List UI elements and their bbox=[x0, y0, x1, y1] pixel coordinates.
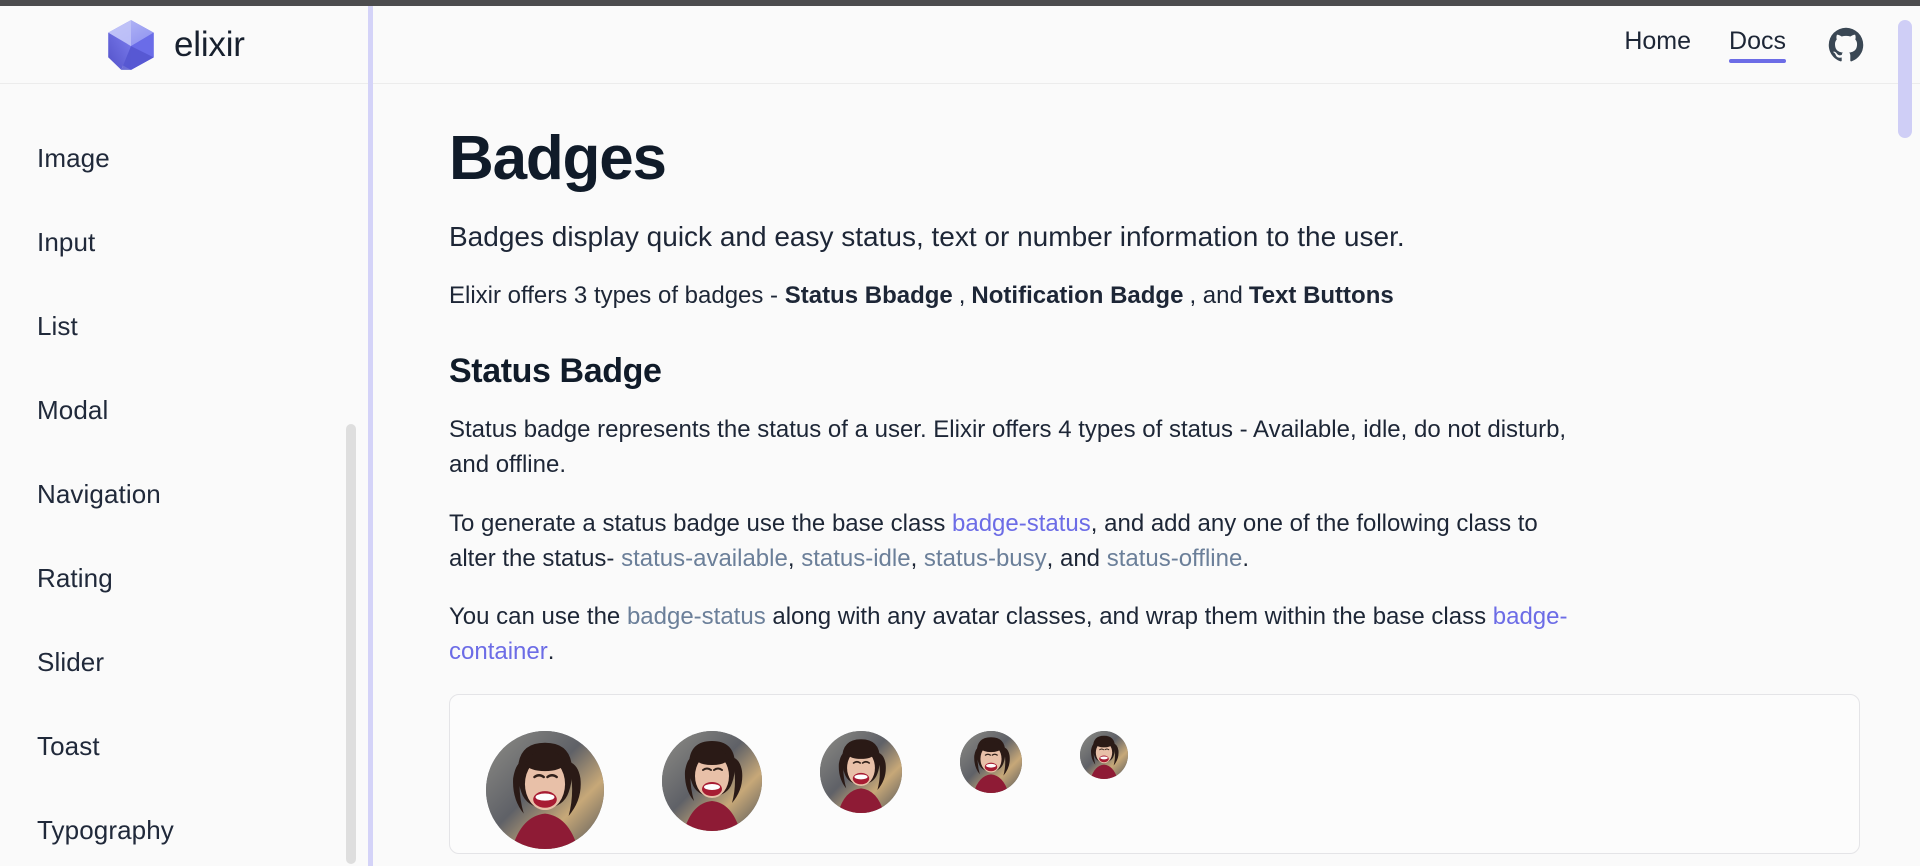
browser-top-strip bbox=[0, 0, 1920, 6]
nav-link-docs[interactable]: Docs bbox=[1729, 27, 1786, 63]
top-header: Home Docs bbox=[373, 6, 1920, 84]
avatar bbox=[486, 731, 604, 850]
sidebar-item-image[interactable]: Image bbox=[0, 116, 372, 200]
badge-type-text-buttons: Text Buttons bbox=[1248, 282, 1394, 310]
section-title-status-badge: Status Badge bbox=[449, 352, 662, 391]
sidebar-item-input[interactable]: Input bbox=[0, 200, 372, 284]
sidebar-item-label: Toast bbox=[37, 730, 100, 761]
container-text-3: . bbox=[547, 638, 555, 666]
usage-text-1: To generate a status badge use the base … bbox=[449, 509, 953, 537]
types-prefix: Elixir offers 3 types of badges - bbox=[449, 282, 785, 310]
page-lead-text: Badges display quick and easy status, te… bbox=[449, 221, 1405, 253]
main-scrollbar-thumb[interactable] bbox=[1898, 20, 1912, 138]
sidebar-item-navigation[interactable]: Navigation bbox=[0, 452, 372, 536]
brand-logo-link[interactable]: elixir bbox=[0, 6, 372, 84]
usage-text-5: , and bbox=[1046, 544, 1107, 572]
usage-text-6: . bbox=[1242, 544, 1249, 572]
avatar bbox=[960, 731, 1022, 794]
code-status-idle: status-idle bbox=[801, 544, 911, 572]
app-page: elixir Image Input List Modal Navigation… bbox=[0, 6, 1920, 866]
main-scrollbar[interactable] bbox=[1898, 6, 1912, 866]
avatar bbox=[1080, 731, 1128, 780]
avatar bbox=[820, 731, 902, 814]
sidebar-item-toast[interactable]: Toast bbox=[0, 704, 372, 788]
code-badge-status: badge-status bbox=[952, 509, 1091, 537]
badge-type-status: Status Bbadge bbox=[784, 282, 953, 310]
sidebar-item-modal[interactable]: Modal bbox=[0, 368, 372, 452]
container-text-1: You can use the bbox=[449, 603, 627, 631]
status-badge-description: Status badge represents the status of a … bbox=[449, 416, 1567, 479]
top-navigation: Home Docs bbox=[1624, 27, 1864, 63]
sidebar-item-rating[interactable]: Rating bbox=[0, 536, 372, 620]
sidebar-item-slider[interactable]: Slider bbox=[0, 620, 372, 704]
usage-text-4: , bbox=[910, 544, 924, 572]
main-content: Home Docs Badges Badges display quick an… bbox=[373, 6, 1920, 866]
avatar bbox=[662, 731, 762, 832]
sidebar-item-label: Modal bbox=[37, 394, 109, 425]
types-sep-2: , and bbox=[1189, 282, 1243, 310]
sidebar-divider bbox=[368, 6, 373, 866]
sidebar-scrollbar[interactable] bbox=[346, 84, 356, 866]
container-text-2: along with any avatar classes, and wrap … bbox=[765, 603, 1493, 631]
badge-types-line: Elixir offers 3 types of badges - Status… bbox=[449, 278, 1860, 314]
sidebar-item-typography[interactable]: Typography bbox=[0, 788, 372, 866]
page-title: Badges bbox=[449, 124, 667, 193]
code-status-available: status-available bbox=[621, 544, 788, 572]
badge-type-notification: Notification Badge bbox=[971, 282, 1184, 310]
status-badge-usage-paragraph: To generate a status badge use the base … bbox=[449, 507, 1574, 577]
brand-name: elixir bbox=[174, 24, 245, 64]
sidebar-item-label: Typography bbox=[37, 814, 174, 845]
sidebar-item-list[interactable]: List bbox=[0, 284, 372, 368]
usage-text-3: , bbox=[787, 544, 802, 572]
code-status-offline: status-offline bbox=[1106, 544, 1243, 572]
sidebar-item-label: Image bbox=[37, 142, 110, 173]
sidebar-item-label: List bbox=[37, 310, 78, 341]
sidebar-item-label: Navigation bbox=[37, 478, 161, 509]
badge-demo-box bbox=[449, 694, 1860, 855]
sidebar-nav-list: Image Input List Modal Navigation Rating… bbox=[0, 84, 372, 866]
sidebar-item-label: Rating bbox=[37, 562, 113, 593]
github-icon[interactable] bbox=[1828, 27, 1864, 63]
doc-content: Badges Badges display quick and easy sta… bbox=[373, 84, 1920, 855]
sidebar-item-label: Slider bbox=[37, 646, 105, 677]
code-badge-status-2: badge-status bbox=[626, 603, 766, 631]
code-status-busy: status-busy bbox=[923, 544, 1047, 572]
elixir-polyhedron-logo-icon bbox=[104, 18, 158, 72]
nav-link-home[interactable]: Home bbox=[1624, 27, 1691, 63]
badge-container-paragraph: You can use the badge-status along with … bbox=[449, 600, 1574, 670]
sidebar-item-label: Input bbox=[37, 226, 96, 257]
sidebar-scrollbar-thumb[interactable] bbox=[346, 424, 356, 864]
types-sep-1: , bbox=[958, 282, 966, 310]
sidebar: elixir Image Input List Modal Navigation… bbox=[0, 6, 372, 866]
